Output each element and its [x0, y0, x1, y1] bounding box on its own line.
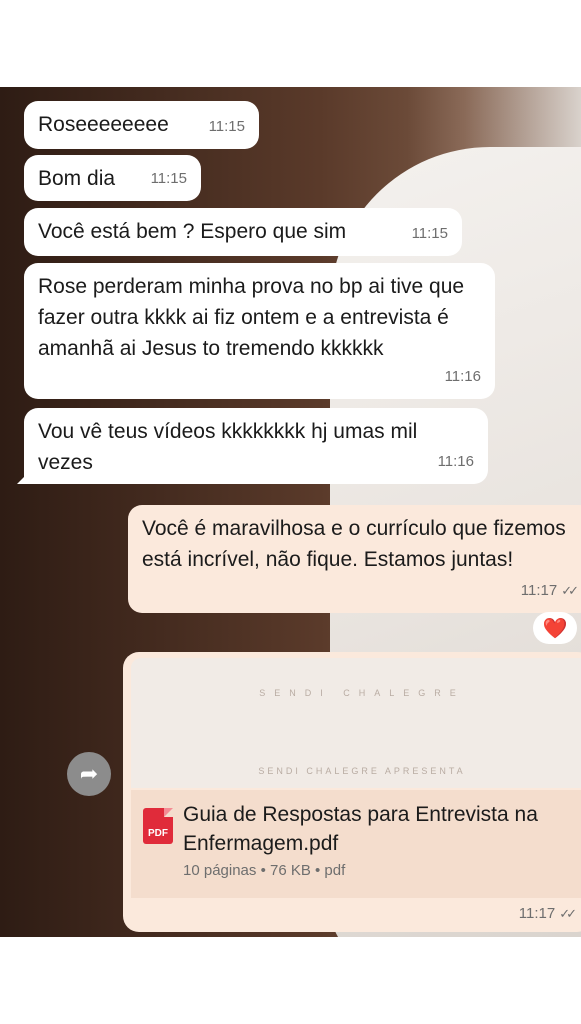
message-bubble-1[interactable]: Roseeeeeeee 11:15	[24, 101, 259, 149]
message-time: 11:16	[444, 368, 481, 385]
message-text: Rose perderam minha prova no bp ai tive …	[38, 275, 465, 360]
bubble-tail	[17, 470, 31, 484]
message-time: 11:15	[411, 225, 448, 242]
document-time-value: 11:17	[518, 905, 556, 922]
heart-icon: ❤️	[542, 617, 568, 640]
pdf-file-icon: PDF	[143, 808, 173, 844]
document-meta: 10 páginas • 76 KB • pdf	[183, 862, 346, 879]
message-bubble-5[interactable]: Vou vê teus vídeos kkkkkkkk hj umas mil …	[17, 408, 488, 484]
message-time: 11:16	[437, 453, 474, 470]
message-time: 11:15	[150, 170, 187, 187]
document-title: Guia de Respostas para Entrevista na Enf…	[183, 803, 538, 855]
message-bubble-6[interactable]: Você é maravilhosa e o currículo que fiz…	[128, 505, 581, 613]
message-text: Bom dia	[38, 167, 116, 190]
message-text: Vou vê teus vídeos kkkkkkkk hj umas mil …	[38, 420, 418, 474]
forward-arrow-icon[interactable]: ➦	[67, 752, 111, 796]
message-time-value: 11:17	[520, 582, 558, 599]
pdf-icon-label: PDF	[148, 828, 168, 839]
message-bubble-3[interactable]: Você está bem ? Espero que sim 11:15	[24, 208, 462, 256]
message-text: Você é maravilhosa e o currículo que fiz…	[142, 517, 566, 571]
heart-reaction[interactable]: ❤️	[533, 612, 577, 644]
message-text: Você está bem ? Espero que sim	[38, 220, 347, 243]
brand-text-bottom: SENDI CHALEGRE APRESENTA	[258, 766, 466, 776]
message-time: 11:15	[208, 118, 245, 135]
document-message[interactable]: SENDI CHALEGRE SENDI CHALEGRE APRESENTA …	[123, 652, 581, 932]
document-preview[interactable]: SENDI CHALEGRE SENDI CHALEGRE APRESENTA	[131, 658, 581, 788]
document-time: 11:17 ✓✓	[518, 905, 577, 922]
double-check-icon: ✓✓	[559, 906, 577, 921]
document-info[interactable]: PDF Guia de Respostas para Entrevista na…	[131, 790, 581, 898]
message-bubble-4[interactable]: Rose perderam minha prova no bp ai tive …	[24, 263, 495, 399]
message-bubble-2[interactable]: Bom dia 11:15	[24, 155, 201, 201]
double-check-icon: ✓✓	[561, 583, 579, 598]
brand-text-top: SENDI CHALEGRE	[259, 688, 465, 698]
message-time: 11:17 ✓✓	[520, 575, 579, 606]
message-text: Roseeeeeeee	[38, 113, 169, 136]
